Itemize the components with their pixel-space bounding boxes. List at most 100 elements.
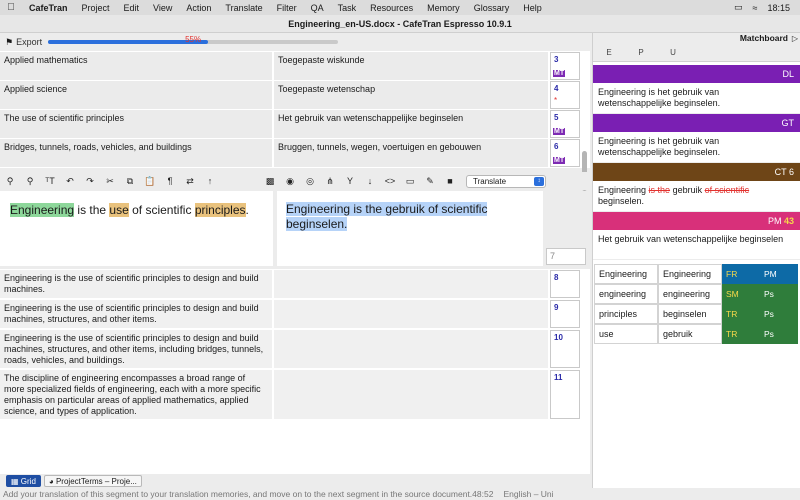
- wifi-icon[interactable]: ≈: [753, 3, 758, 13]
- tab-grid[interactable]: ▦ Grid: [6, 475, 41, 487]
- match-header-pm[interactable]: PM 43: [593, 212, 800, 230]
- target-icon[interactable]: ◎: [300, 176, 320, 187]
- arrow-down-icon[interactable]: ↓: [360, 176, 380, 186]
- split-icon[interactable]: ⋔: [320, 176, 340, 187]
- merge-icon[interactable]: Y: [340, 176, 360, 186]
- menu-project[interactable]: Project: [75, 3, 117, 13]
- redo-icon[interactable]: ↷: [80, 176, 100, 187]
- term-target[interactable]: engineering: [658, 284, 722, 304]
- source-editor[interactable]: Engineering is the use of scientific pri…: [0, 191, 273, 266]
- match-header-dl[interactable]: DL: [593, 65, 800, 83]
- match-header-ct[interactable]: CT 6: [593, 163, 800, 181]
- menu-translate[interactable]: Translate: [218, 3, 269, 13]
- table-row[interactable]: Engineering is the use of scientific pri…: [0, 270, 580, 298]
- comment-icon[interactable]: ■: [440, 176, 460, 186]
- table-row[interactable]: Engineering is the use of scientific pri…: [0, 330, 580, 368]
- target-text[interactable]: Engineering is the gebruik of scientific…: [286, 202, 488, 231]
- arrow-up-icon[interactable]: ↑: [200, 176, 220, 186]
- table-row[interactable]: Engineering is the use of scientific pri…: [0, 300, 580, 328]
- menu-action[interactable]: Action: [179, 3, 218, 13]
- mode-select[interactable]: Translate ↕: [466, 174, 546, 188]
- undo-icon[interactable]: ↶: [60, 176, 80, 187]
- term-target[interactable]: gebruik: [658, 324, 722, 344]
- target-cell[interactable]: [274, 300, 548, 328]
- pencil-icon[interactable]: ✎: [420, 176, 440, 187]
- target-editor[interactable]: Engineering is the gebruik of scientific…: [277, 191, 543, 266]
- table-row[interactable]: principles beginselen TR Ps: [594, 304, 800, 324]
- term-source[interactable]: Engineering: [594, 264, 658, 284]
- mt-badge: MT: [553, 128, 566, 135]
- match-text-dl[interactable]: Engineering is het gebruik van wetenscha…: [593, 83, 800, 114]
- table-row[interactable]: The discipline of engineering encompasse…: [0, 370, 580, 419]
- table-row[interactable]: use gebruik TR Ps: [594, 324, 800, 344]
- term-source[interactable]: principles: [594, 304, 658, 324]
- menu-filter[interactable]: Filter: [270, 3, 304, 13]
- table-row[interactable]: The use of scientific principles Het geb…: [0, 110, 580, 138]
- menu-edit[interactable]: Edit: [117, 3, 147, 13]
- menu-view[interactable]: View: [146, 3, 179, 13]
- apple-icon[interactable]: : [0, 2, 22, 13]
- target-cell[interactable]: Toegepaste wetenschap: [274, 81, 548, 109]
- translate-icon[interactable]: ⇄: [180, 176, 200, 187]
- tags-icon[interactable]: <>: [380, 176, 400, 186]
- segment-number: 4 *: [550, 81, 580, 109]
- cut-icon[interactable]: ✂: [100, 176, 120, 187]
- table-row[interactable]: engineering engineering SM Ps: [594, 284, 800, 304]
- paste-icon[interactable]: 📋: [140, 176, 160, 187]
- match-header-gt[interactable]: GT: [593, 114, 800, 132]
- menu-resources[interactable]: Resources: [363, 3, 420, 13]
- target-cell[interactable]: [274, 330, 548, 368]
- screen-icon[interactable]: ▭: [400, 176, 420, 187]
- term-source[interactable]: use: [594, 324, 658, 344]
- mt-badge: MT: [553, 70, 566, 77]
- term-target[interactable]: Engineering: [658, 264, 722, 284]
- battery-icon[interactable]: ▭: [734, 2, 743, 13]
- source-cell[interactable]: Engineering is the use of scientific pri…: [0, 300, 272, 328]
- target-cell[interactable]: [274, 270, 548, 298]
- copy-icon[interactable]: ⧉: [120, 176, 140, 187]
- menu-help[interactable]: Help: [516, 3, 549, 13]
- export-label[interactable]: Export: [16, 37, 42, 47]
- term-source[interactable]: engineering: [594, 284, 658, 304]
- source-cell[interactable]: Bridges, tunnels, roads, vehicles, and b…: [0, 139, 272, 167]
- term-highlight[interactable]: principles: [194, 203, 246, 217]
- matchboard-tab-p[interactable]: P: [625, 44, 657, 61]
- source-cell[interactable]: Applied science: [0, 81, 272, 109]
- source-cell[interactable]: Engineering is the use of scientific pri…: [0, 270, 272, 298]
- pin-icon[interactable]: ▷: [792, 33, 798, 44]
- source-cell[interactable]: The discipline of engineering encompasse…: [0, 370, 272, 419]
- stamp-icon[interactable]: ▩: [260, 176, 280, 187]
- target-cell[interactable]: Toegepaste wiskunde: [274, 52, 548, 80]
- menu-qa[interactable]: QA: [304, 3, 331, 13]
- status-language[interactable]: English – Uni: [503, 489, 553, 499]
- zoom-in-icon[interactable]: ⚲: [0, 176, 20, 187]
- zoom-out-icon[interactable]: ⚲: [20, 176, 40, 187]
- tab-project-terms[interactable]: ◕ ProjectTerms – Proje...: [43, 475, 142, 487]
- target-cell[interactable]: Het gebruik van wetenschappelijke begins…: [274, 110, 548, 138]
- source-cell[interactable]: The use of scientific principles: [0, 110, 272, 138]
- matchboard-tab-e[interactable]: E: [593, 44, 625, 61]
- source-cell[interactable]: Engineering is the use of scientific pri…: [0, 330, 272, 368]
- menu-task[interactable]: Task: [331, 3, 364, 13]
- table-row[interactable]: Applied mathematics Toegepaste wiskunde …: [0, 52, 580, 80]
- record-icon[interactable]: ◉: [280, 176, 300, 187]
- menu-memory[interactable]: Memory: [420, 3, 467, 13]
- table-row[interactable]: Bridges, tunnels, roads, vehicles, and b…: [0, 139, 580, 167]
- clock[interactable]: 18:15: [767, 3, 790, 13]
- term-highlight[interactable]: Engineering: [10, 203, 75, 217]
- menu-glossary[interactable]: Glossary: [467, 3, 517, 13]
- format-icon[interactable]: ¶: [160, 176, 180, 186]
- match-text-gt[interactable]: Engineering is het gebruik van wetenscha…: [593, 132, 800, 163]
- target-cell[interactable]: [274, 370, 548, 419]
- table-row[interactable]: Engineering Engineering FR PM: [594, 264, 800, 284]
- menu-app[interactable]: CafeTran: [22, 3, 75, 13]
- term-highlight[interactable]: use: [109, 203, 129, 217]
- match-text-pm[interactable]: Het gebruik van wetenschappelijke begins…: [593, 230, 800, 260]
- target-cell[interactable]: Bruggen, tunnels, wegen, voertuigen en g…: [274, 139, 548, 167]
- matchboard-tab-u[interactable]: U: [657, 44, 689, 61]
- term-target[interactable]: beginselen: [658, 304, 722, 324]
- case-icon[interactable]: ᵀT: [40, 176, 60, 186]
- source-cell[interactable]: Applied mathematics: [0, 52, 272, 80]
- match-text-ct[interactable]: Engineering is the gebruik of scientific…: [593, 181, 800, 212]
- table-row[interactable]: Applied science Toegepaste wetenschap 4 …: [0, 81, 580, 109]
